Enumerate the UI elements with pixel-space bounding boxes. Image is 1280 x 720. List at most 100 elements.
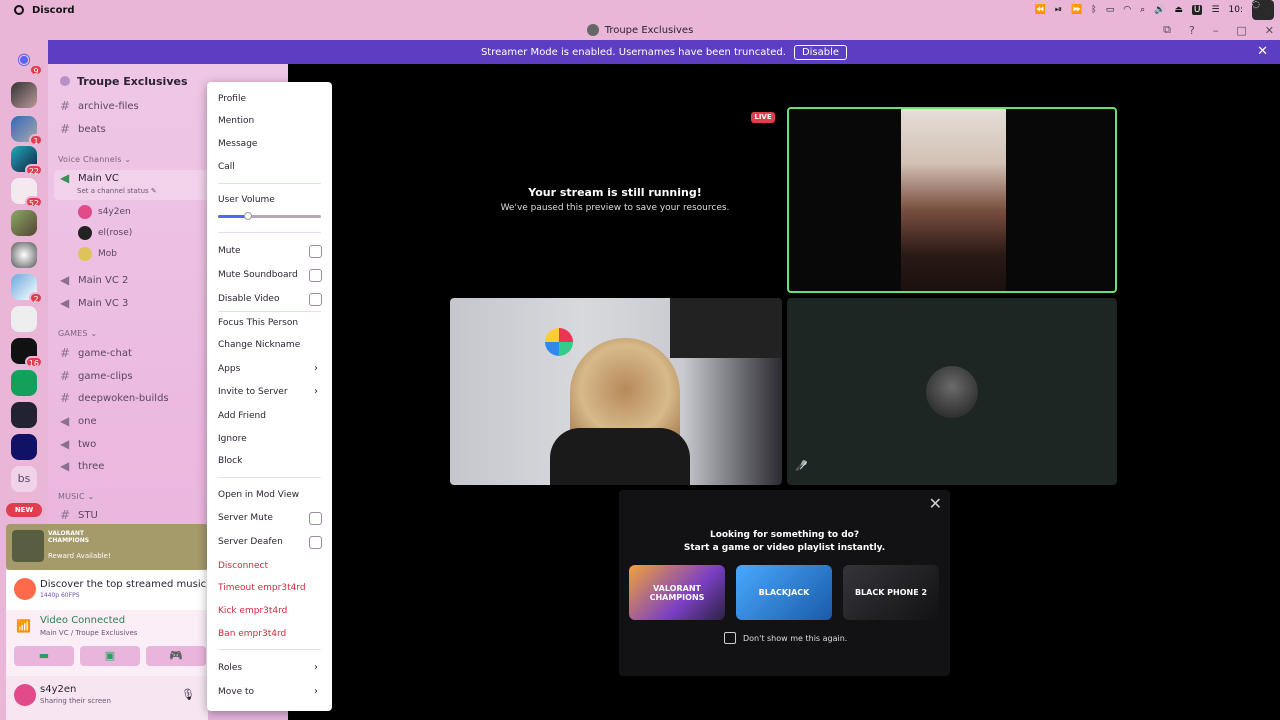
wifi-icon[interactable]: ◠ [1123, 5, 1131, 15]
disable-button[interactable]: Disable [793, 44, 848, 60]
menu-item-mod-view[interactable]: Open in Mod View [218, 487, 322, 503]
dont-show-option[interactable]: Don't show me this again. [724, 632, 847, 644]
user-icon[interactable]: U [1191, 5, 1203, 15]
quest-promo[interactable]: VALORANT CHAMPIONS Reward Available! [6, 524, 208, 570]
checkbox[interactable] [309, 245, 322, 258]
voice-member[interactable]: Mob [78, 245, 117, 263]
menu-item-focus[interactable]: Focus This Person [218, 315, 322, 331]
server-icon[interactable] [11, 306, 37, 332]
menu-item-apps[interactable]: Apps › [218, 361, 322, 377]
discord-home-icon[interactable]: ◉ 9 [11, 46, 43, 76]
menu-item-server-mute[interactable]: Server Mute [218, 510, 322, 526]
siri-icon[interactable]: ◌ [1252, 0, 1274, 20]
menu-separator [218, 232, 321, 233]
server-icon [586, 24, 599, 36]
menu-item-disconnect[interactable]: Disconnect [218, 558, 322, 574]
menu-item-mention[interactable]: Mention [218, 113, 322, 129]
activity-card-valorant[interactable]: VALORANT CHAMPIONS [629, 565, 725, 620]
control-center-icon[interactable]: ☰ [1211, 5, 1219, 15]
menu-item-mute[interactable]: Mute [218, 243, 322, 259]
eject-icon[interactable]: ⏏ [1174, 5, 1183, 15]
microphone-icon[interactable]: 🎙 [181, 688, 195, 701]
new-badge[interactable]: NEW [6, 503, 42, 517]
server-icon[interactable]: 22 [11, 146, 43, 176]
menu-item-timeout[interactable]: Timeout empr3t4rd [218, 580, 322, 596]
close-banner-icon[interactable]: ✕ [1257, 44, 1268, 59]
video-tile-camera[interactable] [450, 298, 782, 485]
rewind-icon[interactable]: ⏪ [1035, 5, 1046, 15]
menu-item-roles[interactable]: Roles › [218, 660, 322, 676]
screen-share-button[interactable]: ▣ [80, 646, 140, 666]
checkbox[interactable] [309, 536, 322, 549]
checkbox[interactable] [309, 269, 322, 282]
checkbox[interactable] [309, 293, 322, 306]
menu-item-kick[interactable]: Kick empr3t4rd [218, 603, 322, 619]
minimize-icon[interactable]: – [1213, 24, 1219, 37]
badge: 22 [24, 164, 43, 176]
video-tile-stream[interactable] [787, 107, 1117, 293]
search-icon[interactable]: ⌕ [1140, 5, 1145, 15]
activity-button[interactable]: 🎮 [146, 646, 206, 666]
menu-item-block[interactable]: Block [218, 453, 322, 469]
avatar[interactable] [14, 684, 36, 706]
menu-label: Roles [218, 663, 243, 673]
help-icon[interactable]: ? [1189, 24, 1195, 37]
clock[interactable]: 10: [1229, 5, 1243, 15]
server-icon[interactable]: 52 [11, 178, 43, 208]
menu-item-mute-soundboard[interactable]: Mute Soundboard [218, 267, 322, 283]
video-tile-avatar[interactable]: 🎤̸ [787, 298, 1117, 485]
menu-separator [218, 477, 321, 478]
volume-icon[interactable]: 🔊 [1154, 5, 1165, 15]
activity-card-blackjack[interactable]: BLACKJACK [736, 565, 832, 620]
menu-item-disable-video[interactable]: Disable Video [218, 291, 322, 307]
display-icon[interactable]: ▭ [1106, 5, 1115, 15]
category-games[interactable]: GAMES ⌄ [58, 329, 97, 338]
server-icon[interactable]: 16 [11, 338, 43, 368]
server-icon[interactable] [11, 370, 37, 396]
menu-item-change-nickname[interactable]: Change Nickname [218, 337, 322, 353]
menu-item-message[interactable]: Message [218, 136, 322, 152]
server-icon[interactable] [11, 210, 37, 236]
username[interactable]: s4y2en [40, 684, 76, 695]
connection-status[interactable]: Video Connected [40, 615, 125, 626]
slider-handle[interactable] [243, 212, 252, 220]
screen-share-icon[interactable]: ⧉ [1163, 23, 1171, 37]
channel-status[interactable]: Set a channel status ✎ [77, 187, 157, 195]
play-pause-icon[interactable]: ⏯ [1055, 5, 1062, 15]
app-name[interactable]: Discord [32, 5, 75, 16]
fast-forward-icon[interactable]: ⏩ [1071, 5, 1082, 15]
server-icon[interactable]: bs [11, 466, 37, 492]
server-icon[interactable] [11, 82, 37, 108]
maximize-icon[interactable]: □ [1236, 24, 1246, 37]
menu-item-ban[interactable]: Ban empr3t4rd [218, 626, 322, 642]
category-voice[interactable]: Voice Channels ⌄ [58, 155, 131, 164]
server-icon[interactable]: 2 [11, 274, 43, 304]
menu-item-move-to[interactable]: Move to › [218, 684, 322, 700]
close-icon[interactable]: ✕ [929, 494, 942, 513]
menu-item-server-deafen[interactable]: Server Deafen [218, 534, 322, 550]
server-icon[interactable] [11, 434, 37, 460]
camera-button[interactable]: ▬ [14, 646, 74, 666]
menu-item-invite[interactable]: Invite to Server › [218, 384, 322, 400]
brave-icon [14, 578, 36, 600]
system-logo-icon[interactable] [14, 5, 24, 15]
voice-member[interactable]: el(rose) [78, 224, 132, 242]
user-volume-slider[interactable] [218, 212, 321, 220]
bluetooth-icon[interactable]: ᛒ [1091, 5, 1096, 15]
connection-location[interactable]: Main VC / Troupe Exclusives [40, 629, 137, 637]
activity-card[interactable]: Discover the top streamed music and 1440… [6, 570, 228, 610]
activity-card-black-phone[interactable]: BLACK PHONE 2 [843, 565, 939, 620]
menu-item-call[interactable]: Call [218, 159, 322, 175]
category-music[interactable]: MUSIC ⌄ [58, 492, 94, 501]
checkbox[interactable] [309, 512, 322, 525]
server-icon[interactable] [11, 402, 37, 428]
server-icon[interactable] [11, 242, 37, 268]
voice-member[interactable]: s4y2en [78, 203, 131, 221]
menu-item-add-friend[interactable]: Add Friend [218, 408, 322, 424]
checkbox[interactable] [724, 632, 736, 644]
menu-item-profile[interactable]: Profile [218, 91, 322, 107]
server-icon[interactable]: 1 [11, 116, 43, 146]
menu-label: Server Deafen [218, 537, 283, 547]
menu-item-ignore[interactable]: Ignore [218, 431, 322, 447]
close-icon[interactable]: ✕ [1265, 24, 1274, 37]
